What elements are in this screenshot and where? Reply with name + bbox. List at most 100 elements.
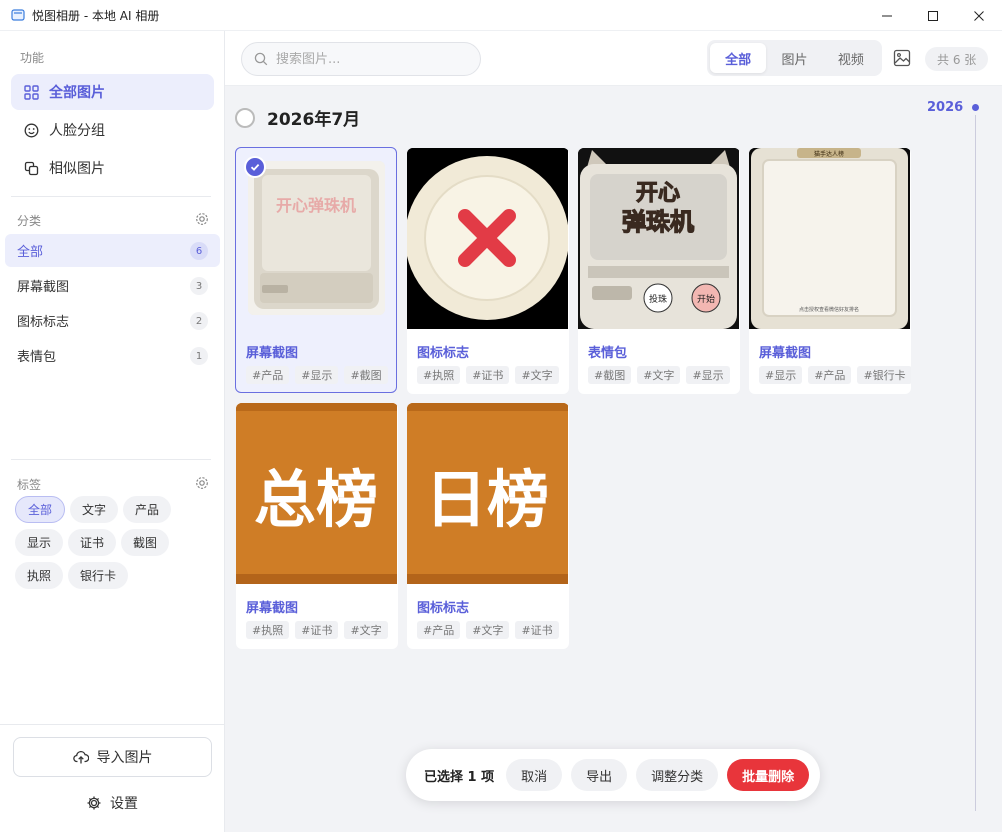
timeline-year[interactable]: 2026 bbox=[927, 100, 963, 115]
maximize-icon bbox=[928, 10, 938, 21]
card-tags: #执照 #证书 #文字 bbox=[246, 621, 388, 639]
tag-chip-product[interactable]: 产品 bbox=[123, 496, 172, 523]
batch-delete-button[interactable]: 批量删除 bbox=[727, 759, 810, 791]
card-tag[interactable]: #文字 bbox=[466, 621, 510, 639]
card-tag[interactable]: #文字 bbox=[515, 366, 559, 384]
divider bbox=[11, 459, 211, 460]
nav-label: 相似图片 bbox=[49, 161, 105, 177]
tag-chip-certificate[interactable]: 证书 bbox=[68, 529, 117, 556]
card-tag[interactable]: #证书 bbox=[295, 621, 339, 639]
selected-check-icon[interactable] bbox=[244, 156, 266, 178]
tag-chip-text[interactable]: 文字 bbox=[70, 496, 119, 523]
main-area: 全部 图片 视频 共 6 张 2026年7月 2026 开心弹珠机 bbox=[225, 31, 1002, 832]
card-tag[interactable]: #文字 bbox=[637, 366, 681, 384]
group-header: 2026年7月 bbox=[235, 105, 360, 130]
card-title: 屏幕截图 bbox=[759, 346, 812, 361]
card-tag[interactable]: #显示 bbox=[295, 366, 339, 384]
nav-similar-images[interactable]: 相似图片 bbox=[11, 150, 214, 186]
divider bbox=[0, 724, 225, 725]
category-label: 图标标志 bbox=[17, 315, 70, 330]
photo-card[interactable]: 开心弹珠机 屏幕截图 #产品 #显示 #截图 bbox=[235, 147, 397, 393]
total-count-badge: 共 6 张 bbox=[925, 47, 989, 71]
photo-thumbnail: 开心 弹珠机 投珠 开始 bbox=[578, 148, 739, 329]
section-title-categories: 分类 bbox=[17, 214, 42, 228]
card-tag[interactable]: #执照 bbox=[246, 621, 290, 639]
category-all[interactable]: 全部 6 bbox=[5, 234, 220, 267]
card-title: 表情包 bbox=[588, 346, 628, 361]
filter-all[interactable]: 全部 bbox=[710, 43, 767, 73]
photo-card[interactable]: 图标标志 #执照 #证书 #文字 bbox=[407, 148, 569, 394]
card-tag[interactable]: #显示 bbox=[686, 366, 730, 384]
import-images-button[interactable]: 导入图片 bbox=[13, 737, 212, 777]
app-logo-icon bbox=[10, 7, 26, 23]
filter-images[interactable]: 图片 bbox=[766, 43, 822, 73]
card-tag[interactable]: #截图 bbox=[588, 366, 632, 384]
thumb-logo-text: 开心弹珠机 bbox=[276, 196, 356, 215]
maximize-button[interactable] bbox=[910, 0, 956, 31]
timeline-dot bbox=[972, 104, 979, 111]
thumb-banner-text: 总榜 bbox=[254, 463, 378, 536]
photo-card[interactable]: 开心 弹珠机 投珠 开始 表情包 #截图 #文字 #显示 bbox=[578, 148, 740, 394]
settings-button[interactable]: 设置 bbox=[86, 793, 138, 813]
category-label: 全部 bbox=[17, 245, 44, 260]
category-screenshot[interactable]: 屏幕截图 3 bbox=[5, 269, 220, 302]
selection-count-text: 已选择 1 项 bbox=[424, 769, 495, 785]
image-view-icon[interactable] bbox=[893, 49, 911, 67]
card-title: 图标标志 bbox=[417, 346, 470, 361]
photo-thumbnail: 开心弹珠机 bbox=[248, 161, 385, 315]
card-tags: #截图 #文字 #显示 bbox=[588, 366, 730, 384]
card-tags: #产品 #文字 #证书 bbox=[417, 621, 559, 639]
divider bbox=[11, 196, 211, 197]
card-tag[interactable]: #银行卡 bbox=[857, 366, 911, 384]
card-tag[interactable]: #产品 bbox=[246, 366, 290, 384]
photo-thumbnail: 日榜 bbox=[407, 403, 568, 584]
category-settings-icon[interactable] bbox=[195, 212, 209, 226]
close-button[interactable] bbox=[956, 0, 1002, 31]
thumb-top-text: 猫手达人榜 bbox=[814, 150, 844, 158]
group-select-radio[interactable] bbox=[235, 107, 255, 128]
card-tags: #显示 #产品 #银行卡 bbox=[759, 366, 911, 384]
gear-icon bbox=[86, 795, 102, 811]
thumb-banner-text: 日榜 bbox=[425, 463, 549, 536]
tag-chip-all[interactable]: 全部 bbox=[15, 496, 66, 523]
grid-icon bbox=[23, 84, 39, 100]
nav-label: 全部图片 bbox=[49, 85, 105, 101]
cancel-selection-button[interactable]: 取消 bbox=[506, 759, 563, 791]
export-button[interactable]: 导出 bbox=[571, 759, 628, 791]
category-count: 6 bbox=[190, 242, 208, 260]
card-title: 屏幕截图 bbox=[246, 601, 299, 616]
photo-card[interactable]: 猫手达人榜 点击授权查看微信好友排名 屏幕截图 #显示 #产品 #银行卡 bbox=[749, 148, 911, 394]
timeline-track[interactable] bbox=[975, 115, 976, 811]
tag-settings-icon[interactable] bbox=[195, 476, 209, 490]
tag-list: 全部 文字 产品 显示 证书 截图 执照 银行卡 bbox=[15, 496, 215, 589]
nav-all-images[interactable]: 全部图片 bbox=[11, 74, 214, 110]
card-tag[interactable]: #证书 bbox=[515, 621, 559, 639]
filter-videos[interactable]: 视频 bbox=[823, 43, 879, 73]
minimize-button[interactable] bbox=[864, 0, 910, 31]
nav-face-groups[interactable]: 人脸分组 bbox=[11, 112, 214, 148]
search-input[interactable] bbox=[276, 51, 466, 67]
card-tag[interactable]: #证书 bbox=[466, 366, 510, 384]
tag-chip-license[interactable]: 执照 bbox=[15, 562, 64, 589]
search-box[interactable] bbox=[241, 42, 481, 76]
tag-chip-screenshot[interactable]: 截图 bbox=[121, 529, 170, 556]
photo-card[interactable]: 总榜 屏幕截图 #执照 #证书 #文字 bbox=[236, 403, 398, 649]
card-tag[interactable]: #产品 bbox=[417, 621, 461, 639]
card-tag[interactable]: #执照 bbox=[417, 366, 461, 384]
card-tag[interactable]: #截图 bbox=[344, 366, 388, 384]
tag-chip-bank-card[interactable]: 银行卡 bbox=[68, 562, 129, 589]
category-icons-logos[interactable]: 图标标志 2 bbox=[5, 304, 220, 337]
card-title: 屏幕截图 bbox=[246, 346, 299, 361]
tag-chip-display[interactable]: 显示 bbox=[15, 529, 64, 556]
search-icon bbox=[254, 52, 268, 66]
photo-card[interactable]: 日榜 图标标志 #产品 #文字 #证书 bbox=[407, 403, 569, 649]
recategorize-button[interactable]: 调整分类 bbox=[636, 759, 719, 791]
card-tag[interactable]: #产品 bbox=[808, 366, 852, 384]
category-memes[interactable]: 表情包 1 bbox=[5, 339, 220, 372]
card-tags: #执照 #证书 #文字 bbox=[417, 366, 559, 384]
thumb-logo-line1: 开心 bbox=[636, 181, 680, 206]
card-tag[interactable]: #显示 bbox=[759, 366, 803, 384]
card-tag[interactable]: #文字 bbox=[344, 621, 388, 639]
photo-thumbnail: 总榜 bbox=[236, 403, 397, 584]
category-count: 2 bbox=[190, 312, 208, 330]
